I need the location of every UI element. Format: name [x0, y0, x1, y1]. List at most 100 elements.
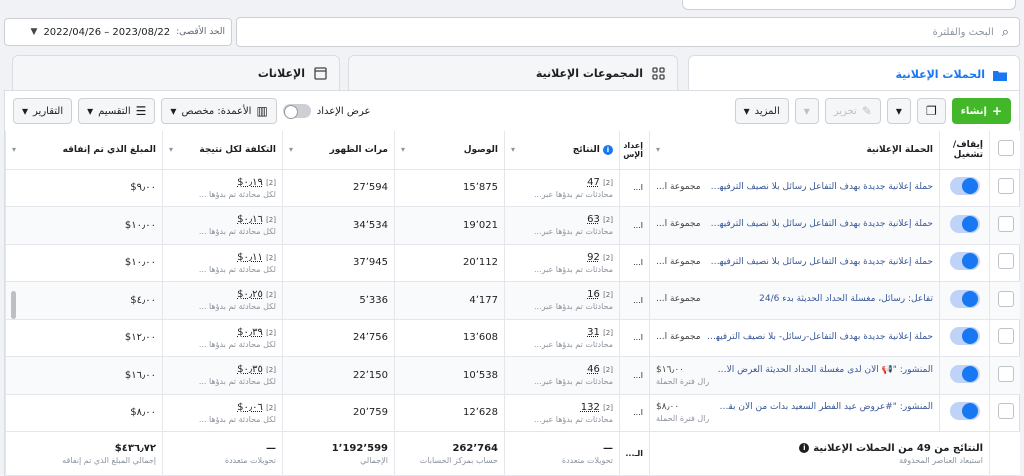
- campaign-name-link[interactable]: المنشور: "📢 الآن لدى مغسلة الحداد الحديث…: [715, 365, 933, 386]
- budget-sub: رال فترة الحملة: [656, 414, 710, 424]
- row-checkbox[interactable]: [997, 403, 1014, 420]
- results-sub: محادثات تم بدؤها عبر...: [534, 377, 613, 387]
- tab-ads[interactable]: الإعلانات: [12, 55, 340, 91]
- row-checkbox[interactable]: [997, 290, 1014, 307]
- info-icon[interactable]: i: [603, 144, 613, 155]
- tab-adsets[interactable]: المجموعات الإعلانية: [348, 55, 678, 91]
- campaign-toggle[interactable]: [949, 177, 980, 196]
- row-checkbox[interactable]: [997, 328, 1014, 345]
- tab-campaigns[interactable]: الحملات الإعلانية: [688, 55, 1020, 93]
- pencil-icon: ✎: [861, 104, 872, 118]
- campaign-toggle[interactable]: [949, 214, 980, 233]
- budget-value: مجموعة ا...: [656, 331, 701, 342]
- header-impressions-label: مرات الظهور: [329, 144, 388, 155]
- campaign-name-link[interactable]: حملة إعلانية جديدة بهدف التفاعل رسائل بل…: [707, 219, 933, 231]
- header-cost[interactable]: التكلفة لكل نتيجة ▾: [162, 131, 283, 170]
- header-results[interactable]: i النتائج ▾: [504, 131, 620, 170]
- campaign-name-link[interactable]: حملة إعلانية جديدة بهدف التفاعل رسائل بل…: [707, 257, 933, 269]
- row-select-cell[interactable]: [989, 206, 1020, 245]
- reach-cell: 13٬608: [394, 319, 505, 357]
- table-row[interactable]: حملة إعلانية جديدة بهدف التفاعل-رسائل- ب…: [5, 319, 1020, 357]
- budget-value: مجموعة ا...: [656, 256, 701, 267]
- campaign-name-link[interactable]: حملة إعلانية جديدة بهدف التفاعل-رسائل- ب…: [707, 332, 933, 344]
- table-row[interactable]: المنشور: "📢 الآن لدى مغسلة الحداد الحديث…: [5, 356, 1020, 395]
- campaign-toggle[interactable]: [949, 364, 980, 383]
- row-toggle-cell[interactable]: [939, 356, 990, 395]
- date-range-value: 2022/04/26 – 2023/08/22: [43, 26, 171, 38]
- bracket-label: [2]: [603, 291, 613, 300]
- columns-button[interactable]: ▥ الأعمدة: مخصص ▾: [161, 98, 277, 124]
- reports-button[interactable]: التقارير ▾: [13, 98, 73, 124]
- date-range-picker[interactable]: الحد الأقصى: 2022/04/26 – 2023/08/22 ▼: [4, 18, 232, 46]
- totals-impressions: 1٬192٬599: [331, 442, 388, 454]
- row-select-cell[interactable]: [989, 356, 1020, 395]
- cost-value: ٠٫١٩$: [237, 176, 263, 188]
- duplicate-dropdown-button[interactable]: ▾: [886, 98, 911, 124]
- setup-view-switch[interactable]: [282, 104, 311, 119]
- row-checkbox[interactable]: [997, 215, 1014, 232]
- breakdown-button[interactable]: ☰ التقسيم ▾: [78, 98, 156, 124]
- cost-sub: لكل محادثة تم بدؤها ...: [198, 302, 276, 312]
- row-checkbox[interactable]: [997, 178, 1014, 195]
- more-button[interactable]: المزيد ▾: [734, 98, 789, 124]
- setup-view-toggle[interactable]: عرض الإعداد: [282, 104, 370, 119]
- header-spent[interactable]: المبلغ الذي تم إنفاقه ▾: [5, 131, 163, 170]
- edit-button[interactable]: ✎ تحرير: [824, 98, 881, 124]
- totals-spent: ٤٣٦٫٧٢$: [114, 442, 156, 454]
- campaign-toggle[interactable]: [949, 402, 980, 421]
- select-all-checkbox[interactable]: [997, 140, 1014, 157]
- row-checkbox[interactable]: [997, 365, 1014, 382]
- budget-sub: رال فترة الحملة: [656, 376, 710, 386]
- budget-value: ٨٫٠٠$: [656, 402, 680, 413]
- campaign-toggle[interactable]: [949, 289, 980, 308]
- sort-icon: ▾: [289, 144, 294, 154]
- campaign-toggle[interactable]: [949, 327, 980, 346]
- bracket-label: [2]: [266, 216, 276, 225]
- duplicate-button[interactable]: ❐: [916, 98, 946, 124]
- row-select-cell[interactable]: [989, 281, 1020, 320]
- campaign-name-link[interactable]: حملة إعلانية جديدة بهدف التفاعل رسائل بل…: [707, 182, 933, 194]
- table-row[interactable]: حملة إعلانية جديدة بهدف التفاعل رسائل بل…: [5, 206, 1020, 245]
- bracket-label: [2]: [603, 216, 613, 225]
- campaign-cell: حملة إعلانية جديدة بهدف التفاعل-رسائل- ب…: [649, 319, 940, 357]
- breakdown-label: التقسيم: [98, 105, 131, 117]
- row-toggle-cell[interactable]: [939, 319, 990, 357]
- row-toggle-cell[interactable]: [939, 206, 990, 245]
- spent-cell: ١٠٫٠٠$: [5, 244, 163, 282]
- header-campaign[interactable]: الحملة الإعلانية ▾: [649, 131, 940, 170]
- header-setup[interactable]: إعداد الإس: [619, 131, 650, 170]
- header-reach[interactable]: الوصول ▾: [394, 131, 505, 170]
- search-filter-bar[interactable]: ⌕ البحث والفلترة: [236, 17, 1020, 47]
- results-sub: محادثات تم بدؤها عبر...: [534, 227, 613, 237]
- create-button[interactable]: + إنشاء: [951, 98, 1011, 124]
- row-select-cell[interactable]: [989, 394, 1020, 432]
- campaign-name-link[interactable]: المنشور: "#عروض عيد الفطر السعيد بدأت من…: [715, 402, 933, 423]
- top-container-edge: [682, 0, 1016, 10]
- row-select-cell[interactable]: [989, 244, 1020, 282]
- totals-empty-cell: [989, 431, 1020, 476]
- table-row[interactable]: حملة إعلانية جديدة بهدف التفاعل رسائل بل…: [5, 169, 1020, 207]
- totals-results-sub: تحويلات متعددة: [561, 455, 613, 465]
- totals-setup: الـ...: [619, 431, 650, 476]
- row-toggle-cell[interactable]: [939, 169, 990, 207]
- select-all-cell[interactable]: [989, 131, 1020, 170]
- table-row[interactable]: المنشور: "#عروض عيد الفطر السعيد بدأت من…: [5, 394, 1020, 432]
- edit-dropdown-button[interactable]: ▾: [794, 98, 819, 124]
- info-icon[interactable]: i: [799, 443, 810, 453]
- campaign-name-link[interactable]: تفاعل: رسائل، مغسلة الحداد الحديثة بدء 2…: [759, 294, 933, 306]
- row-select-cell[interactable]: [989, 319, 1020, 357]
- row-select-cell[interactable]: [989, 169, 1020, 207]
- results-value: 16: [587, 289, 600, 301]
- impressions-cell: 34٬534: [282, 206, 395, 245]
- horizontal-scroll-handle[interactable]: [11, 291, 16, 319]
- bracket-label: [2]: [266, 178, 276, 187]
- table-row[interactable]: تفاعل: رسائل، مغسلة الحداد الحديثة بدء 2…: [5, 281, 1020, 320]
- row-toggle-cell[interactable]: [939, 394, 990, 432]
- header-impressions[interactable]: مرات الظهور ▾: [282, 131, 395, 170]
- table-row[interactable]: حملة إعلانية جديدة بهدف التفاعل رسائل بل…: [5, 244, 1020, 282]
- row-toggle-cell[interactable]: [939, 281, 990, 320]
- campaign-toggle[interactable]: [949, 252, 980, 271]
- row-toggle-cell[interactable]: [939, 244, 990, 282]
- row-checkbox[interactable]: [997, 253, 1014, 270]
- header-onoff[interactable]: إيقاف/تشغيل: [939, 131, 990, 170]
